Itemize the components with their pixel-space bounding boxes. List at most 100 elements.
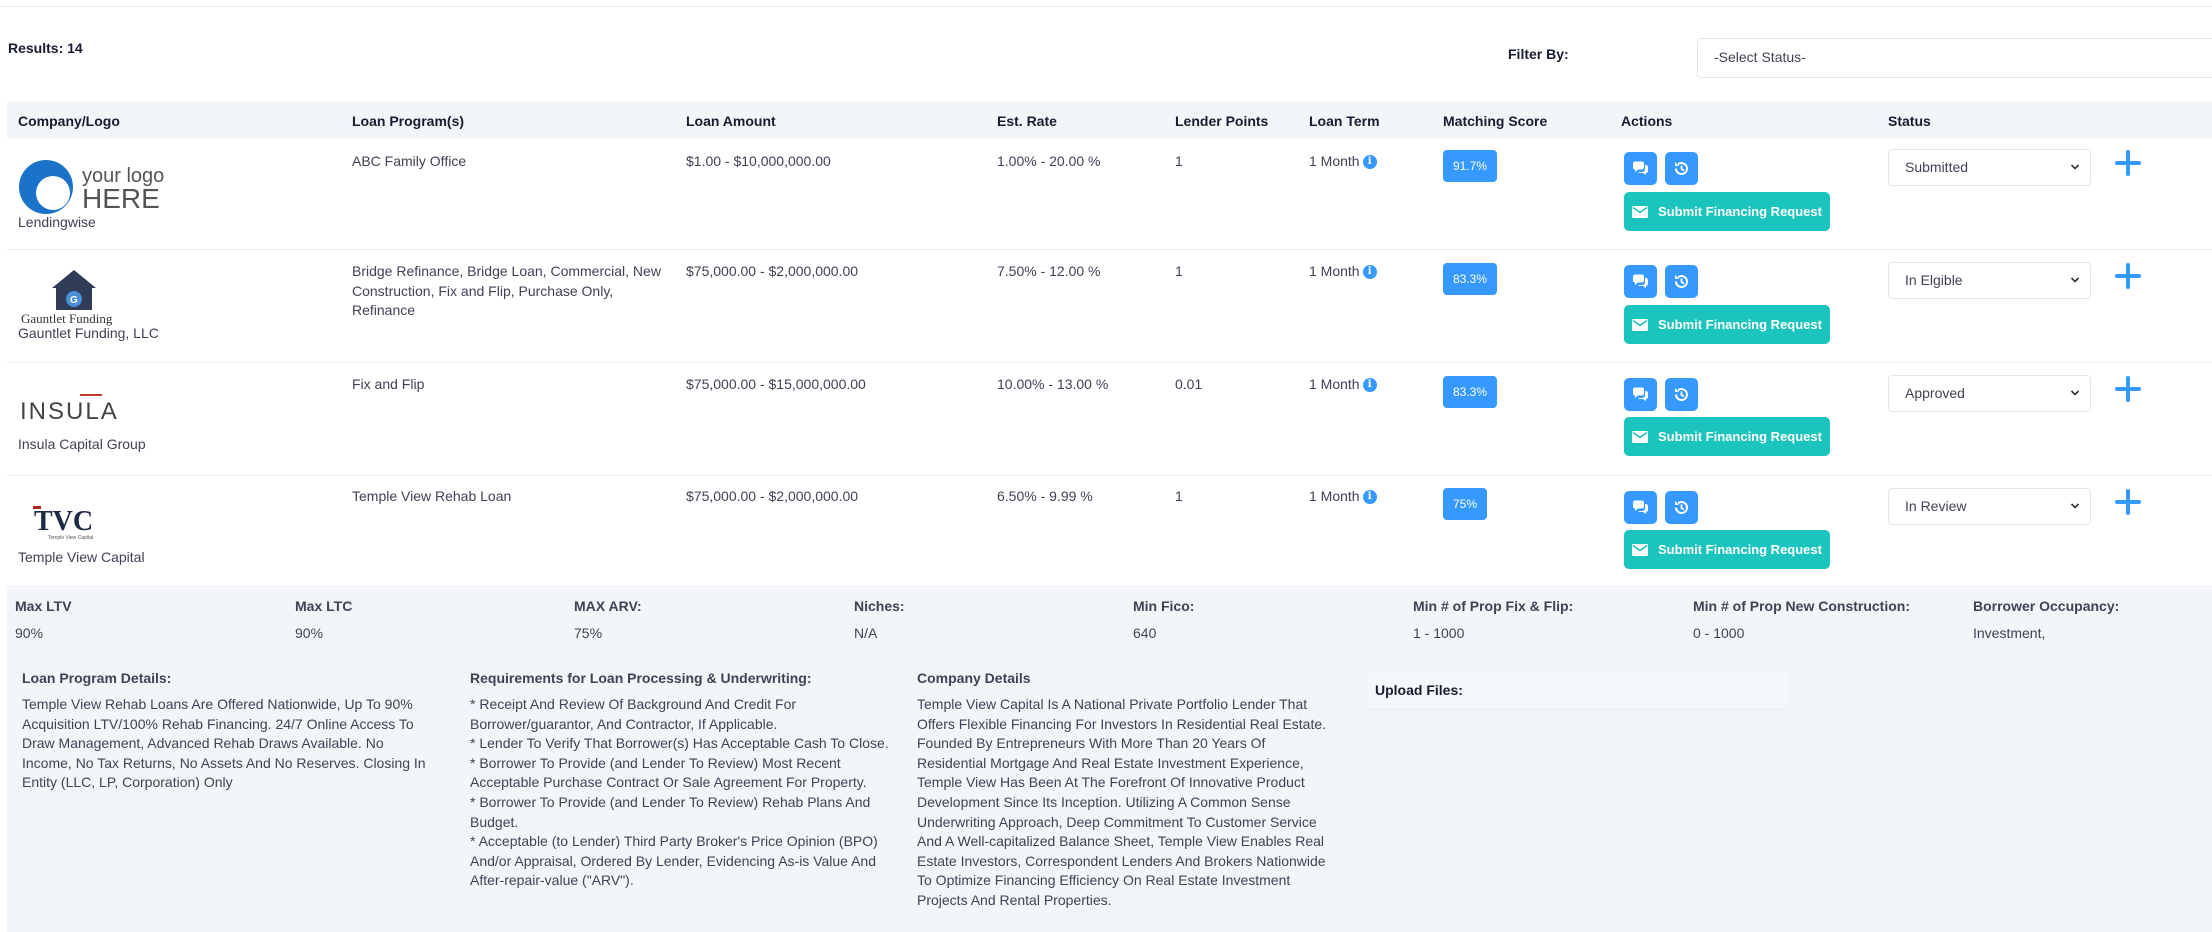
spec-label: Min # of Prop New Construction:	[1693, 598, 1910, 614]
column-header-rate: Est. Rate	[997, 113, 1057, 129]
chat-button[interactable]	[1624, 491, 1657, 524]
spec-label: MAX ARV:	[574, 598, 642, 614]
status-select[interactable]: In Elgible	[1888, 262, 2091, 299]
submit-financing-request-button[interactable]: Submit Financing Request	[1624, 530, 1830, 569]
lender-points: 1	[1175, 263, 1183, 279]
company-logo: your logo HERE	[18, 156, 168, 216]
history-icon	[1674, 501, 1688, 515]
requirements-title: Requirements for Loan Processing & Under…	[470, 670, 812, 686]
program-details-text: Temple View Rehab Loans Are Offered Nati…	[22, 696, 426, 791]
chevron-down-icon	[2070, 277, 2080, 283]
requirement-item: * Receipt And Review Of Background And C…	[470, 696, 797, 732]
envelope-icon	[1632, 318, 1649, 331]
info-icon[interactable]: i	[1362, 265, 1377, 279]
loan-term: 1 Month i	[1309, 375, 1377, 395]
lender-points: 1	[1175, 488, 1183, 504]
spec-value: 75%	[574, 625, 603, 641]
company-logo: G Gauntlet Funding	[18, 267, 148, 327]
chat-button[interactable]	[1624, 152, 1657, 185]
company-name: Insula Capital Group	[18, 436, 146, 452]
filter-label: Filter By:	[1508, 46, 1569, 62]
column-header-score: Matching Score	[1443, 113, 1548, 129]
loan-program: Temple View Rehab Loan	[352, 488, 512, 504]
company-name: Gauntlet Funding, LLC	[18, 325, 159, 341]
spec-label: Max LTC	[295, 598, 353, 614]
chat-icon	[1633, 161, 1648, 175]
loan-term: 1 Month i	[1309, 262, 1377, 282]
loan-amount: $75,000.00 - $15,000,000.00	[686, 376, 866, 392]
table-header: Company/Logo Loan Program(s) Loan Amount…	[7, 101, 2212, 139]
loan-program: Fix and Flip	[352, 376, 425, 392]
history-icon	[1674, 275, 1688, 289]
add-button[interactable]	[2113, 374, 2143, 404]
table-row: INSULA Insula Capital Group Fix and Flip…	[7, 364, 2212, 476]
company-name: Lendingwise	[18, 214, 96, 230]
column-header-program: Loan Program(s)	[352, 113, 465, 129]
history-icon	[1674, 388, 1688, 402]
matching-score-badge: 83.3%	[1443, 376, 1498, 408]
chevron-down-icon	[2070, 164, 2080, 170]
status-filter-select[interactable]: -Select Status-	[1697, 38, 2212, 78]
history-button[interactable]	[1665, 265, 1698, 298]
plus-icon	[2115, 263, 2141, 289]
add-button[interactable]	[2113, 261, 2143, 291]
column-header-actions: Actions	[1621, 113, 1673, 129]
results-count: Results: 14	[8, 40, 83, 56]
envelope-icon	[1632, 543, 1649, 556]
chat-button[interactable]	[1624, 265, 1657, 298]
chevron-down-icon	[2070, 390, 2080, 396]
status-select[interactable]: Submitted	[1888, 149, 2091, 186]
company-logo: TVC Temple View Capital	[18, 501, 138, 541]
loan-term: 1 Month i	[1309, 152, 1377, 172]
info-icon[interactable]: i	[1362, 378, 1377, 392]
column-header-status: Status	[1888, 113, 1931, 129]
program-details-title: Loan Program Details:	[22, 670, 172, 686]
submit-financing-request-button[interactable]: Submit Financing Request	[1624, 417, 1830, 456]
loan-amount: $75,000.00 - $2,000,000.00	[686, 263, 859, 279]
requirement-item: * Acceptable (to Lender) Third Party Bro…	[470, 833, 878, 889]
loan-details-panel: Max LTV 90% Max LTC 90% MAX ARV: 75% Nic…	[7, 588, 2212, 932]
column-header-term: Loan Term	[1309, 113, 1380, 129]
spec-value: 0 - 1000	[1693, 625, 1745, 641]
chat-button[interactable]	[1624, 378, 1657, 411]
chat-icon	[1633, 500, 1648, 514]
column-header-points: Lender Points	[1175, 113, 1269, 129]
history-button[interactable]	[1665, 491, 1698, 524]
company-logo: INSULA	[18, 390, 148, 425]
company-name: Temple View Capital	[18, 549, 145, 565]
plus-icon	[2115, 150, 2141, 176]
chat-icon	[1633, 387, 1648, 401]
envelope-icon	[1632, 205, 1649, 218]
status-select[interactable]: In Review	[1888, 488, 2091, 525]
chevron-down-icon	[2070, 503, 2080, 509]
plus-icon	[2115, 376, 2141, 402]
spec-value: 640	[1133, 625, 1157, 641]
loan-term: 1 Month i	[1309, 487, 1377, 507]
table-row: your logo HERE Lendingwise ABC Family Of…	[7, 140, 2212, 250]
svg-text:INSULA: INSULA	[20, 398, 119, 424]
history-button[interactable]	[1665, 378, 1698, 411]
submit-financing-request-button[interactable]: Submit Financing Request	[1624, 192, 1830, 231]
requirement-item: * Borrower To Provide (and Lender To Rev…	[470, 754, 867, 791]
add-button[interactable]	[2113, 148, 2143, 178]
svg-text:HERE: HERE	[82, 183, 160, 214]
history-icon	[1674, 162, 1688, 176]
history-button[interactable]	[1665, 152, 1698, 185]
loan-program: Bridge Refinance, Bridge Loan, Commercia…	[352, 263, 661, 318]
est-rate: 7.50% - 12.00 %	[997, 263, 1101, 279]
loan-amount: $75,000.00 - $2,000,000.00	[686, 488, 859, 504]
add-button[interactable]	[2113, 487, 2143, 517]
svg-text:Temple View Capital: Temple View Capital	[48, 535, 93, 541]
status-select[interactable]: Approved	[1888, 375, 2091, 412]
info-icon[interactable]: i	[1362, 490, 1377, 504]
column-header-company: Company/Logo	[18, 113, 120, 129]
svg-text:Gauntlet Funding: Gauntlet Funding	[21, 311, 113, 326]
loan-amount: $1.00 - $10,000,000.00	[686, 153, 831, 169]
submit-financing-request-button[interactable]: Submit Financing Request	[1624, 305, 1830, 344]
info-icon[interactable]: i	[1362, 155, 1377, 169]
table-row: TVC Temple View Capital Temple View Capi…	[7, 477, 2212, 587]
top-divider	[0, 6, 2212, 7]
spec-label: Min Fico:	[1133, 598, 1195, 614]
est-rate: 10.00% - 13.00 %	[997, 376, 1109, 392]
requirements-list: * Receipt And Review Of Background And C…	[470, 695, 890, 891]
